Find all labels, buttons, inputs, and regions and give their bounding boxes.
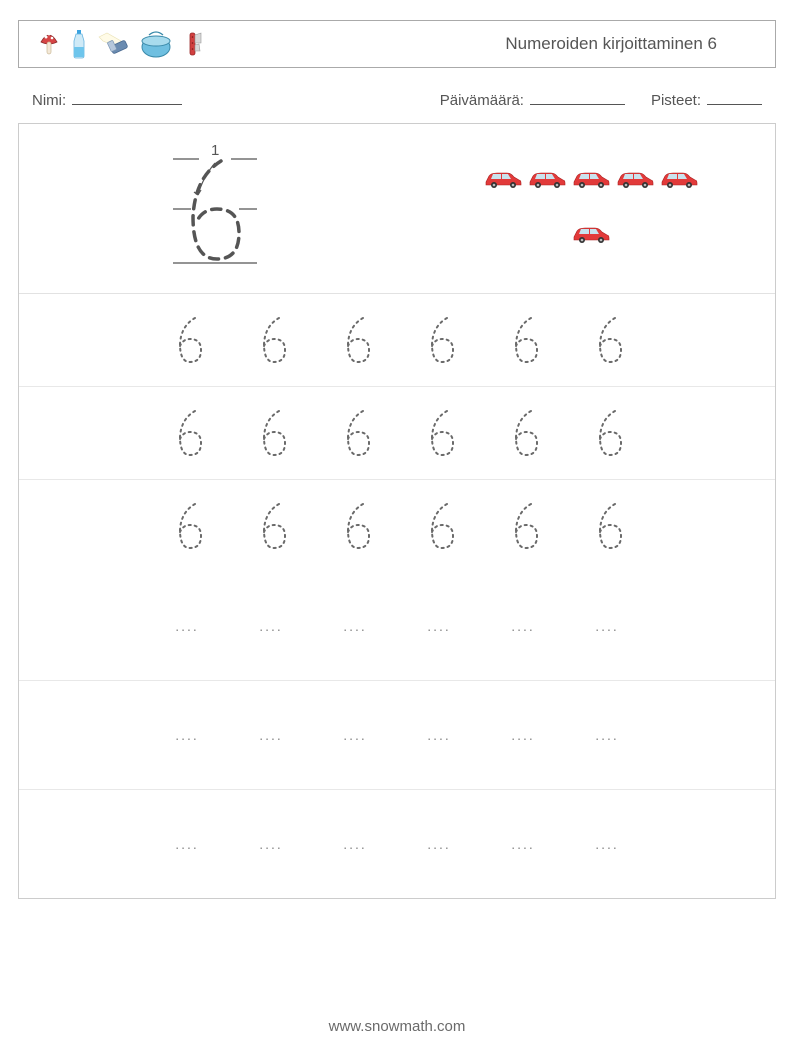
score-label: Pisteet: xyxy=(651,92,701,109)
trace-row xyxy=(19,294,775,387)
trace-digit-six[interactable] xyxy=(419,405,459,461)
trace-digit-six[interactable] xyxy=(167,312,207,368)
write-digit-blank[interactable]: .... xyxy=(503,699,543,771)
trace-digit-six[interactable] xyxy=(419,498,459,554)
write-digit-blank[interactable]: .... xyxy=(587,808,627,880)
trace-digit-six[interactable] xyxy=(335,312,375,368)
worksheet-header: Numeroiden kirjoittaminen 6 xyxy=(18,20,776,68)
write-digit-blank[interactable]: .... xyxy=(335,590,375,662)
write-digit-blank[interactable]: .... xyxy=(251,590,291,662)
trace-digit-six[interactable] xyxy=(167,405,207,461)
write-digit-blank[interactable]: .... xyxy=(167,699,207,771)
example-digit-cell: 1 xyxy=(19,124,407,293)
blank-row: ........................ xyxy=(19,572,775,681)
date-blank[interactable] xyxy=(530,90,625,105)
pot-icon xyxy=(139,29,173,59)
car-icon xyxy=(527,169,567,189)
car-row-1 xyxy=(483,169,699,194)
write-digit-blank[interactable]: .... xyxy=(419,808,459,880)
write-digit-blank[interactable]: .... xyxy=(419,590,459,662)
car-icon xyxy=(571,224,611,244)
example-row: 1 xyxy=(19,124,775,294)
bottle-icon xyxy=(71,29,87,59)
write-digit-blank[interactable]: .... xyxy=(167,590,207,662)
score-blank[interactable] xyxy=(707,90,762,105)
blank-row: ........................ xyxy=(19,790,775,898)
trace-section xyxy=(19,294,775,572)
count-objects-cell xyxy=(407,124,775,293)
write-digit-blank[interactable]: .... xyxy=(167,808,207,880)
write-digit-blank[interactable]: .... xyxy=(251,699,291,771)
trace-digit-six[interactable] xyxy=(503,405,543,461)
write-digit-blank[interactable]: .... xyxy=(587,699,627,771)
trace-digit-six[interactable] xyxy=(587,312,627,368)
write-digit-blank[interactable]: .... xyxy=(503,808,543,880)
trace-digit-six[interactable] xyxy=(335,498,375,554)
write-digit-blank[interactable]: .... xyxy=(587,590,627,662)
trace-digit-six[interactable] xyxy=(251,312,291,368)
write-digit-blank[interactable]: .... xyxy=(251,808,291,880)
knife-icon xyxy=(183,29,207,59)
trace-digit-six[interactable] xyxy=(503,498,543,554)
stroke-number: 1 xyxy=(211,142,219,159)
car-icon xyxy=(659,169,699,189)
blank-section: ........................................… xyxy=(19,572,775,898)
header-icon-row xyxy=(37,29,207,59)
trace-digit-six[interactable] xyxy=(503,312,543,368)
car-icon xyxy=(483,169,523,189)
trace-digit-six[interactable] xyxy=(587,405,627,461)
write-digit-blank[interactable]: .... xyxy=(503,590,543,662)
big-six-guide: 1 xyxy=(143,139,283,279)
trace-digit-six[interactable] xyxy=(419,312,459,368)
trace-row xyxy=(19,480,775,572)
trace-digit-six[interactable] xyxy=(587,498,627,554)
write-digit-blank[interactable]: .... xyxy=(335,699,375,771)
trace-digit-six[interactable] xyxy=(251,405,291,461)
name-label: Nimi: xyxy=(32,92,66,109)
car-icon xyxy=(571,169,611,189)
trace-digit-six[interactable] xyxy=(167,498,207,554)
worksheet-title: Numeroiden kirjoittaminen 6 xyxy=(505,34,757,54)
trace-digit-six[interactable] xyxy=(251,498,291,554)
car-icon xyxy=(615,169,655,189)
write-digit-blank[interactable]: .... xyxy=(419,699,459,771)
mushroom-icon xyxy=(37,30,61,58)
trace-row xyxy=(19,387,775,480)
meta-row: Nimi: Päivämäärä: Pisteet: xyxy=(18,68,776,123)
date-label: Päivämäärä: xyxy=(440,92,524,109)
blank-row: ........................ xyxy=(19,681,775,790)
write-digit-blank[interactable]: .... xyxy=(335,808,375,880)
trace-digit-six[interactable] xyxy=(335,405,375,461)
flashlight-icon xyxy=(97,31,129,57)
footer-url: www.snowmath.com xyxy=(0,1018,794,1035)
name-blank[interactable] xyxy=(72,90,182,105)
worksheet-body: 1 xyxy=(18,123,776,899)
car-row-2 xyxy=(571,224,611,249)
